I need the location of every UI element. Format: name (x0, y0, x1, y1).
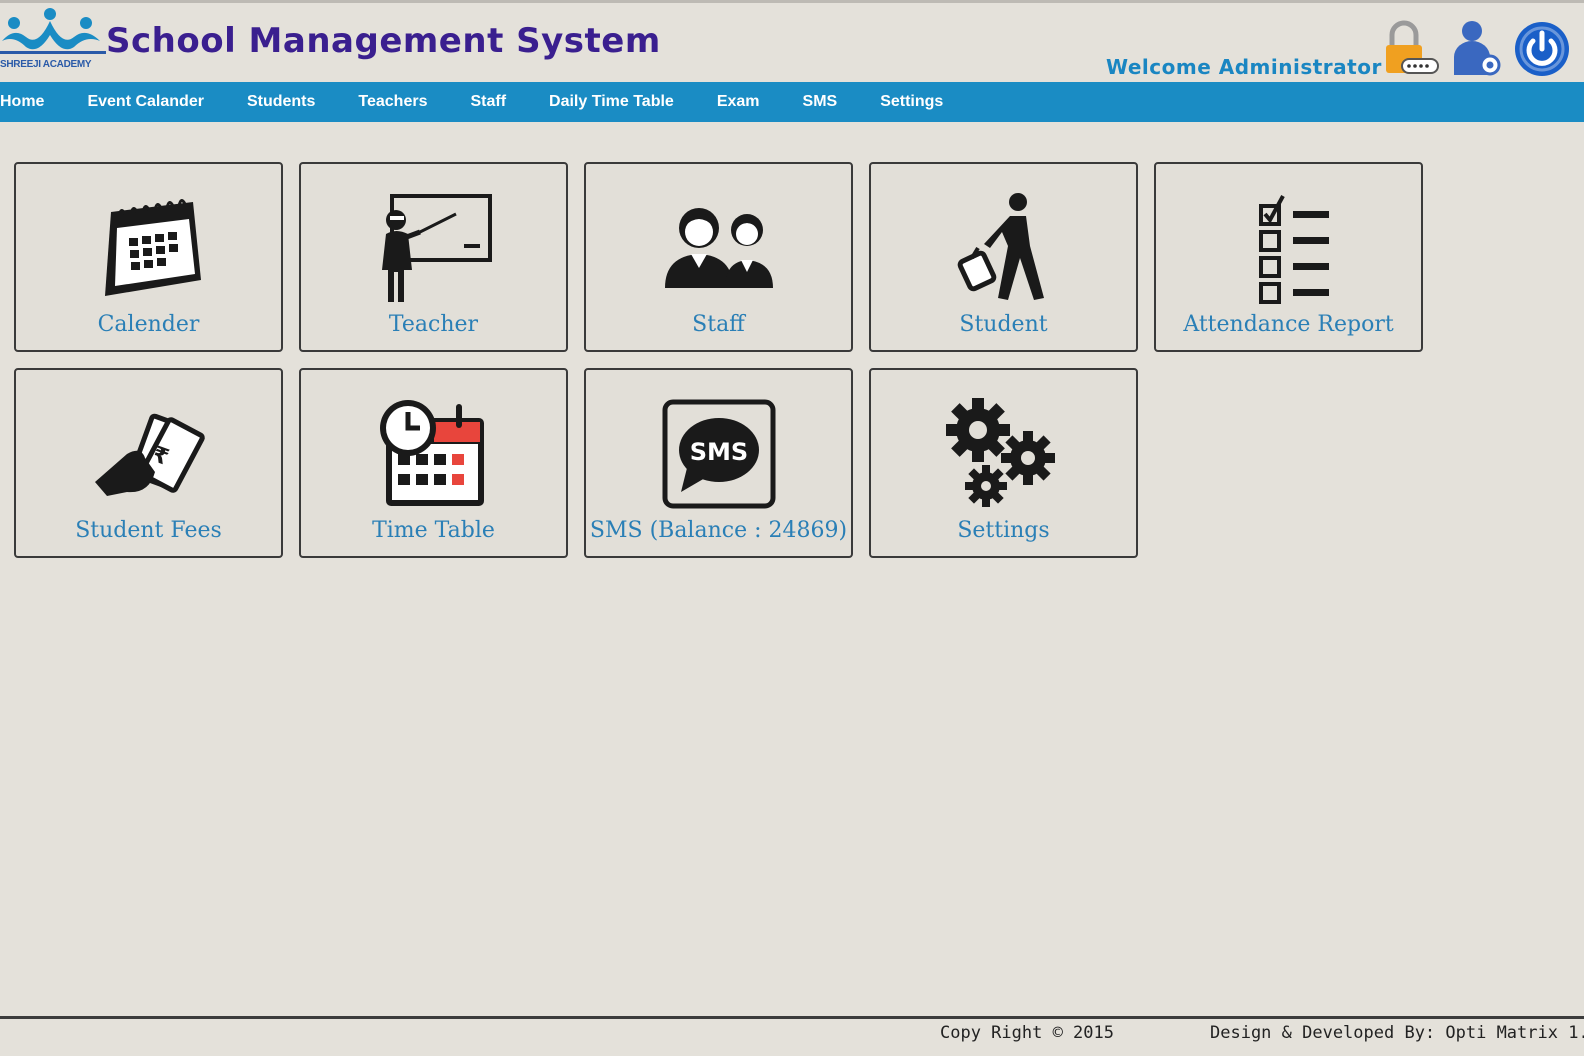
tile-staff[interactable]: Staff (584, 162, 853, 352)
tile-settings[interactable]: Settings (869, 368, 1138, 558)
tile-label: Student (959, 312, 1048, 337)
tile-label: Time Table (372, 518, 495, 543)
logo-text: SHREEJI ACADEMY (0, 59, 92, 70)
footer: Copy Right © 2015 Design & Developed By:… (0, 1016, 1584, 1056)
tile-calender[interactable]: Calender (14, 162, 283, 352)
staff-icon (664, 208, 773, 288)
tile-label: SMS (Balance : 24869) (589, 518, 848, 543)
checklist-icon (1258, 195, 1329, 304)
nav-teachers[interactable]: Teachers (337, 93, 449, 111)
nav-staff[interactable]: Staff (449, 93, 528, 111)
app-title: School Management System (106, 21, 661, 61)
nav-exam[interactable]: Exam (695, 93, 781, 111)
nav-event-calander[interactable]: Event Calander (66, 93, 225, 111)
sms-badge-text: SMS (689, 438, 747, 466)
nav-sms[interactable]: SMS (781, 93, 859, 111)
nav-students[interactable]: Students (225, 93, 336, 111)
user-settings-icon[interactable] (1446, 17, 1506, 79)
tile-label: Attendance Report (1183, 312, 1394, 337)
gears-icon (945, 398, 1055, 507)
nav-daily-time-table[interactable]: Daily Time Table (528, 93, 696, 111)
nav-home[interactable]: Home (0, 93, 66, 111)
tile-label: Staff (692, 312, 745, 337)
tile-attendance-report[interactable]: Attendance Report (1154, 162, 1423, 352)
sms-icon: SMS (662, 399, 775, 509)
calendar-icon (104, 199, 201, 296)
tile-label: Settings (957, 518, 1050, 543)
tile-label: Teacher (388, 312, 479, 337)
developer-credit: Design & Developed By: Opti Matrix 1.0 (1210, 1023, 1584, 1043)
timetable-icon (379, 400, 484, 506)
power-icon[interactable] (1512, 17, 1572, 79)
nav-settings[interactable]: Settings (859, 93, 965, 111)
main-nav: Home Event Calander Students Teachers St… (0, 82, 1584, 122)
tile-sms[interactable]: SMS SMS (Balance : 24869) (584, 368, 853, 558)
tile-label: Student Fees (75, 518, 222, 543)
student-icon (957, 193, 1044, 300)
lock-password-icon[interactable] (1382, 17, 1442, 79)
header: SHREEJI ACADEMY School Management System… (0, 0, 1584, 82)
tile-teacher[interactable]: Teacher (299, 162, 568, 352)
teacher-icon (381, 194, 492, 302)
welcome-text: Welcome Administrator (1106, 55, 1382, 79)
logo[interactable]: SHREEJI ACADEMY (0, 7, 106, 73)
tile-student-fees[interactable]: ₹ Student Fees (14, 368, 283, 558)
tile-time-table[interactable]: Time Table (299, 368, 568, 558)
tile-student[interactable]: Student (869, 162, 1138, 352)
fees-icon: ₹ (94, 413, 205, 496)
tile-label: Calender (97, 312, 200, 337)
copyright-text: Copy Right © 2015 (940, 1023, 1114, 1043)
academy-logo-icon (0, 8, 106, 54)
